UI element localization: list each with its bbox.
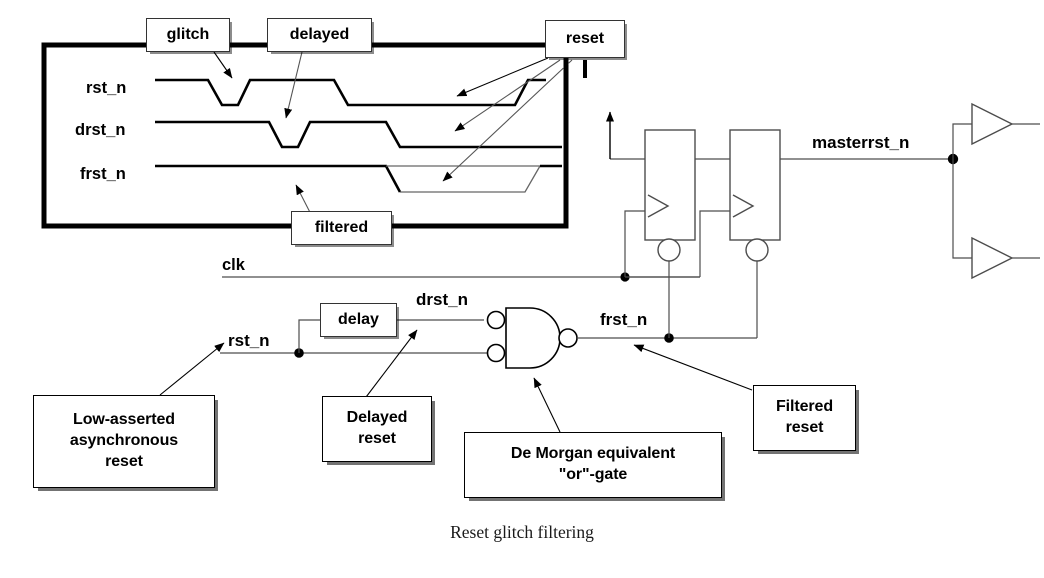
callout-low-asserted-line-1: Low-asserted [73, 411, 175, 429]
flip-flop-1 [610, 129, 730, 262]
leader-delayed-reset [359, 329, 418, 406]
waveform-label-rst_n: rst_n [86, 79, 126, 97]
figure-reset-glitch-filtering: rst_n drst_n frst_n clk rst_n drst_n frs… [0, 0, 1044, 578]
waveform-frst_n [155, 164, 562, 193]
figure-caption: Reset glitch filtering [0, 522, 1044, 543]
label-rst_n-schematic: rst_n [228, 331, 270, 350]
callout-delayed-reset-line-1: Delayed [346, 409, 408, 427]
label-masterrst_n: masterrst_n [812, 133, 909, 152]
callout-delayed[interactable]: delayed [267, 18, 372, 52]
callout-filtered[interactable]: filtered [291, 211, 392, 245]
callout-low-asserted-line-3: reset [105, 452, 143, 470]
input-bubble-bottom [486, 343, 506, 363]
waveform-label-drst_n: drst_n [75, 121, 125, 139]
block-delay[interactable]: delay [320, 303, 397, 337]
leader-glitch [213, 51, 233, 79]
callout-delayed-reset-line-2: reset [358, 430, 396, 447]
figure-caption-text: Reset glitch filtering [450, 522, 594, 542]
callout-filtered-reset-line-2: reset [785, 419, 824, 436]
callout-filtered-label: filtered [314, 219, 369, 236]
callout-delayed-reset[interactable]: Delayed reset [322, 396, 432, 462]
block-delay-label: delay [338, 311, 379, 328]
masterrst_n-net [947, 123, 972, 259]
callout-low-asserted-async-reset[interactable]: Low-asserted asynchronous reset [33, 395, 215, 488]
callout-glitch[interactable]: glitch [146, 18, 230, 52]
leader-reset-3 [442, 59, 573, 182]
waveform-drst_n [155, 120, 562, 149]
callout-low-asserted-line-2: asynchronous [69, 432, 179, 450]
callout-reset[interactable]: reset [545, 20, 625, 58]
frst_n-net [577, 253, 758, 343]
waveform-label-frst_n: frst_n [80, 165, 126, 183]
output-buffer-bottom [971, 236, 1040, 280]
callout-de-morgan-line-2: "or"-gate [558, 466, 628, 483]
callout-delayed-label: delayed [289, 26, 350, 43]
callout-glitch-label: glitch [166, 26, 210, 43]
input-bubble-top [486, 310, 506, 330]
leader-de-morgan-gate [533, 377, 561, 433]
leader-filtered-reset [633, 344, 753, 391]
callout-filtered-reset[interactable]: Filtered reset [753, 385, 856, 451]
callout-de-morgan-or-gate[interactable]: De Morgan equivalent "or"-gate [464, 432, 722, 498]
output-bubble [558, 328, 578, 348]
de-morgan-or-gate [486, 307, 578, 369]
ff1-reset-bubble [657, 238, 681, 262]
callout-reset-label: reset [565, 30, 605, 47]
label-clk: clk [222, 256, 246, 274]
leader-low-asserted-reset [159, 342, 225, 396]
output-buffer-top [971, 102, 1040, 146]
callout-de-morgan-line-1: De Morgan equivalent [510, 445, 676, 463]
label-drst_n-schematic: drst_n [416, 290, 468, 309]
label-frst_n-schematic: frst_n [600, 310, 647, 329]
callout-filtered-reset-line-1: Filtered [776, 398, 833, 416]
ff2-reset-bubble [745, 238, 769, 262]
leader-delayed [284, 51, 303, 119]
